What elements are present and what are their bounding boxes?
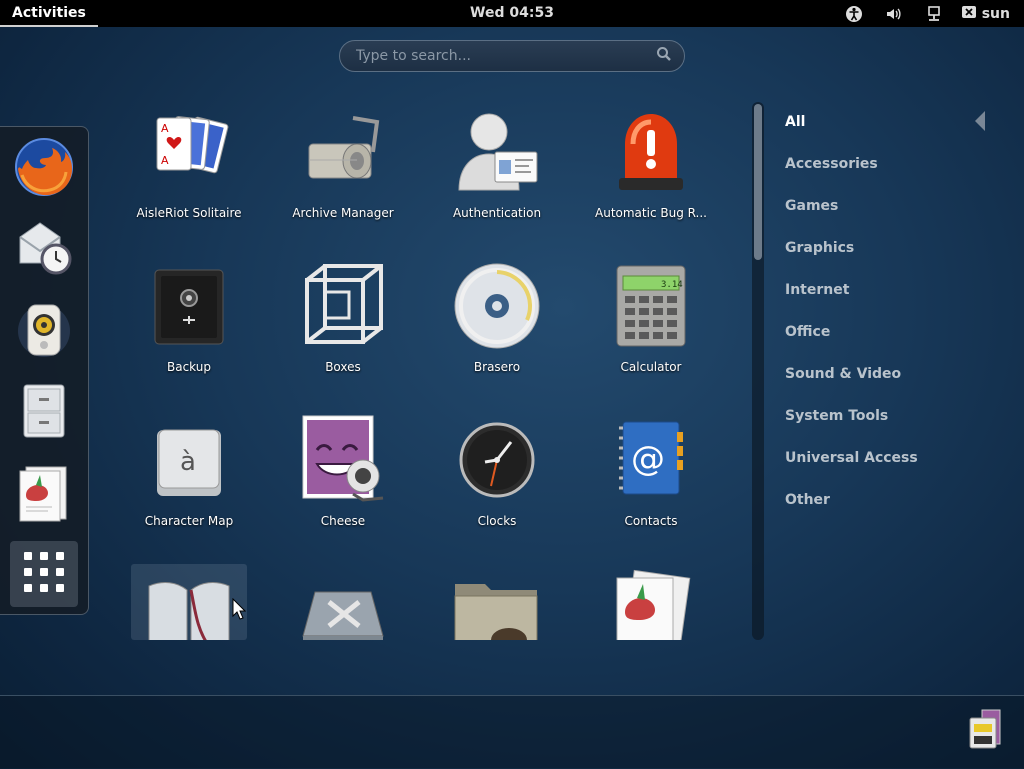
disc-icon bbox=[449, 258, 545, 354]
dash-evolution[interactable] bbox=[10, 215, 78, 283]
app-label: Contacts bbox=[624, 514, 678, 528]
search-icon bbox=[656, 46, 672, 66]
character-glyph: à bbox=[180, 447, 196, 477]
app-label: Cheese bbox=[320, 514, 366, 528]
app-label: Clocks bbox=[477, 514, 517, 528]
mouse-pointer-icon bbox=[232, 597, 247, 624]
speaker-icon bbox=[12, 297, 76, 365]
message-tray bbox=[0, 695, 1024, 769]
app-disk-utility[interactable] bbox=[266, 562, 420, 640]
alarm-light-icon bbox=[603, 104, 699, 200]
app-grid-icon bbox=[22, 550, 66, 598]
accessibility-icon[interactable] bbox=[834, 0, 874, 27]
archive-icon bbox=[295, 104, 391, 200]
app-contacts[interactable]: @ Contacts bbox=[574, 408, 728, 548]
category-games[interactable]: Games bbox=[785, 195, 1015, 237]
app-label: Authentication bbox=[452, 206, 542, 220]
app-grid: A A AisleRiot Solitaire Archive Manager bbox=[112, 100, 742, 640]
category-system-tools[interactable]: System Tools bbox=[785, 405, 1015, 447]
dash-files[interactable] bbox=[10, 379, 78, 447]
volume-icon[interactable] bbox=[874, 0, 914, 27]
app-label: Calculator bbox=[620, 360, 682, 374]
category-list: All Accessories Games Graphics Internet … bbox=[785, 111, 1015, 531]
scrollbar-thumb[interactable] bbox=[754, 104, 762, 260]
category-other[interactable]: Other bbox=[785, 489, 1015, 531]
calculator-display-text: 3.14 bbox=[661, 280, 683, 290]
app-label: Automatic Bug R... bbox=[595, 206, 707, 220]
app-aisleriot-solitaire[interactable]: A A AisleRiot Solitaire bbox=[112, 100, 266, 240]
clock-label[interactable]: Wed 04:53 bbox=[470, 5, 554, 21]
svg-text:A: A bbox=[161, 154, 169, 167]
app-folder[interactable] bbox=[420, 562, 574, 640]
user-status-icon bbox=[961, 5, 976, 22]
category-graphics[interactable]: Graphics bbox=[785, 237, 1015, 279]
system-tray: sun bbox=[834, 0, 1024, 27]
app-brasero[interactable]: Brasero bbox=[420, 254, 574, 394]
app-character-map[interactable]: à Character Map bbox=[112, 408, 266, 548]
app-cheese[interactable]: Cheese bbox=[266, 408, 420, 548]
top-bar: Activities Wed 04:53 sun bbox=[0, 0, 1024, 27]
book-icon bbox=[141, 566, 237, 640]
app-label: Boxes bbox=[325, 360, 361, 374]
app-clocks[interactable]: Clocks bbox=[420, 408, 574, 548]
cheese-icon bbox=[295, 412, 391, 508]
app-backup[interactable]: Backup bbox=[112, 254, 266, 394]
app-label: Brasero bbox=[473, 360, 521, 374]
app-document-viewer[interactable] bbox=[574, 562, 728, 640]
authentication-icon bbox=[449, 104, 545, 200]
tray-notification-icon[interactable] bbox=[968, 708, 1004, 752]
search-box[interactable] bbox=[339, 40, 685, 72]
character-map-icon: à bbox=[141, 412, 237, 508]
clock-icon bbox=[449, 412, 545, 508]
cards-icon: A A bbox=[141, 104, 237, 200]
app-label: Archive Manager bbox=[292, 206, 394, 220]
active-category-arrow-icon bbox=[975, 111, 985, 131]
file-cabinet-icon bbox=[12, 379, 76, 447]
contacts-icon: @ bbox=[603, 412, 699, 508]
dash-firefox[interactable] bbox=[10, 135, 78, 203]
svg-text:A: A bbox=[161, 122, 169, 135]
app-automatic-bug-reporting[interactable]: Automatic Bug R... bbox=[574, 100, 728, 240]
folder-icon bbox=[449, 566, 545, 640]
app-boxes[interactable]: Boxes bbox=[266, 254, 420, 394]
safe-icon bbox=[141, 258, 237, 354]
dash-rhythmbox[interactable] bbox=[10, 297, 78, 365]
boxes-icon bbox=[295, 258, 391, 354]
mail-clock-icon bbox=[12, 215, 76, 283]
document-viewer-icon bbox=[12, 461, 76, 529]
firefox-icon bbox=[12, 135, 76, 203]
app-label: AisleRiot Solitaire bbox=[136, 206, 242, 220]
dash-document-viewer[interactable] bbox=[10, 461, 78, 529]
app-grid-scrollbar[interactable] bbox=[752, 102, 764, 640]
category-accessories[interactable]: Accessories bbox=[785, 153, 1015, 195]
app-label: Character Map bbox=[144, 514, 234, 528]
network-icon[interactable] bbox=[914, 0, 954, 27]
app-archive-manager[interactable]: Archive Manager bbox=[266, 100, 420, 240]
disk-utility-icon bbox=[295, 566, 391, 640]
activities-button[interactable]: Activities bbox=[0, 0, 98, 27]
category-universal-access[interactable]: Universal Access bbox=[785, 447, 1015, 489]
document-icon bbox=[603, 566, 699, 640]
category-internet[interactable]: Internet bbox=[785, 279, 1015, 321]
calculator-icon: 3.14 bbox=[603, 258, 699, 354]
search-input[interactable] bbox=[354, 47, 656, 65]
app-calculator[interactable]: 3.14 Calculator bbox=[574, 254, 728, 394]
svg-text:@: @ bbox=[631, 439, 665, 479]
user-name: sun bbox=[981, 5, 1010, 22]
dash bbox=[0, 126, 89, 615]
app-label: Backup bbox=[167, 360, 211, 374]
show-applications-button[interactable] bbox=[10, 541, 78, 607]
app-authentication[interactable]: Authentication bbox=[420, 100, 574, 240]
category-office[interactable]: Office bbox=[785, 321, 1015, 363]
category-sound-video[interactable]: Sound & Video bbox=[785, 363, 1015, 405]
user-menu[interactable]: sun bbox=[954, 5, 1024, 22]
